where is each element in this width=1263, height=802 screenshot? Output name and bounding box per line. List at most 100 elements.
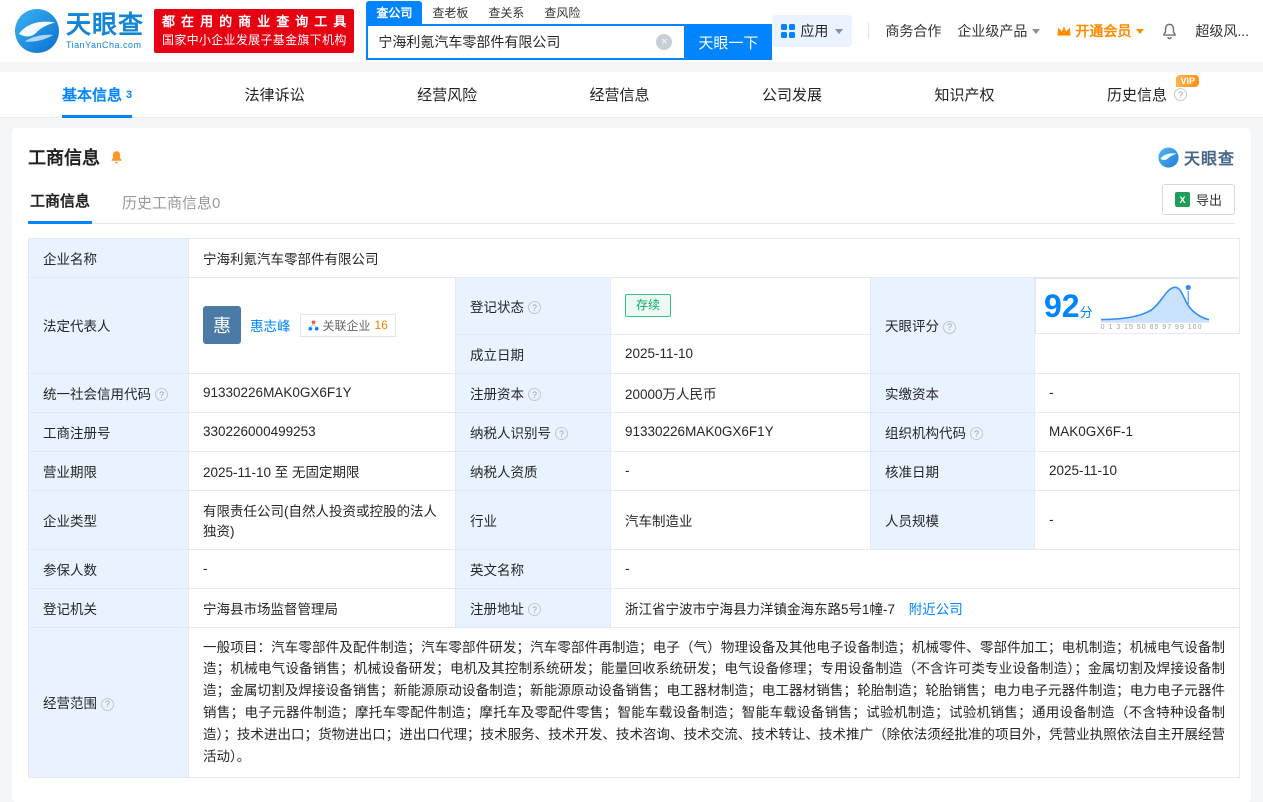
search-box: 查公司 查老板 查关系 查风险 天眼一下 (366, 1, 773, 60)
field-value-legal-rep: 惠 惠志峰 关联企业 16 (188, 277, 456, 374)
crown-icon (1057, 26, 1071, 36)
field-value-industry: 汽车制造业 (610, 489, 871, 550)
subtab-business-info[interactable]: 工商信息 (28, 184, 93, 224)
search-tab-risk[interactable]: 查风险 (534, 1, 590, 24)
search-tab-boss[interactable]: 查老板 (422, 1, 478, 24)
help-icon[interactable] (101, 697, 114, 711)
top-right-nav: 应用 商务合作 企业级产品 开通会员 超级风... (772, 15, 1249, 47)
score-axis-ticks: 0 1 3 15 50 85 97 99 100 (1100, 324, 1203, 331)
field-value-company-name: 宁海利氪汽车零部件有限公司 (187, 238, 1241, 278)
tab-operation-risk[interactable]: 经营风险 (417, 72, 477, 118)
subtab-history-business-info[interactable]: 历史工商信息0 (120, 186, 222, 223)
slogan-line1: 都在用的商业查询工具 (162, 13, 347, 29)
field-value-insured: - (188, 548, 456, 589)
help-icon[interactable] (528, 603, 541, 616)
tab-operation-info[interactable]: 经营信息 (590, 72, 650, 118)
help-icon[interactable] (943, 320, 956, 334)
company-section-tabs: 基本信息 3 法律诉讼 经营风险 经营信息 公司发展 知识产权 历史信息 VIP (0, 72, 1263, 118)
field-label-business-scope: 经营范围 (28, 626, 189, 778)
tab-legal-proceedings-label: 法律诉讼 (244, 87, 305, 104)
nearby-companies-link[interactable]: 附近公司 (909, 602, 963, 617)
help-icon[interactable] (555, 427, 568, 440)
status-badge: 存续 (625, 294, 672, 318)
field-label-taxpayer-quality: 纳税人资质 (455, 450, 611, 491)
monitor-bell-icon[interactable] (108, 149, 125, 166)
nav-business-cooperation-label: 商务合作 (885, 23, 942, 39)
watermark-brand-text: 天眼查 (1183, 151, 1235, 168)
tab-history-info[interactable]: 历史信息 VIP (1107, 72, 1199, 118)
chevron-down-icon (1032, 28, 1041, 34)
subtabs-row: 工商信息 历史工商信息0 导出 (28, 184, 1235, 224)
nav-open-vip-label: 开通会员 (1075, 23, 1132, 39)
tab-intellectual-property-label: 知识产权 (934, 87, 995, 104)
apps-label: 应用 (800, 23, 829, 39)
tab-company-development-label: 公司发展 (762, 87, 823, 104)
help-icon[interactable] (970, 427, 983, 440)
field-label-org-code: 组织机构代码 (870, 411, 1035, 452)
help-icon[interactable] (528, 388, 541, 401)
tab-basic-info[interactable]: 基本信息 3 (62, 72, 133, 118)
business-info-table: 企业名称 宁海利氪汽车零部件有限公司 法定代表人 惠 惠志峰 关联企业 16 登… (28, 238, 1241, 778)
slogan-line2: 国家中小企业发展子基金旗下机构 (162, 32, 347, 47)
legal-rep-name-link[interactable]: 惠志峰 (250, 315, 291, 335)
nav-enterprise-product[interactable]: 企业级产品 (957, 21, 1041, 41)
divider (868, 23, 870, 39)
search-tab-company[interactable]: 查公司 (366, 1, 423, 24)
business-info-card: 工商信息 天眼查 工商信息 历史工商信息0 导出 企业名称 (12, 128, 1251, 802)
table-row: 统一社会信用代码 91330226MAK0GX6F1Y 注册资本 20000万人… (28, 372, 1241, 413)
section-title: 工商信息 (28, 148, 100, 168)
search-button[interactable]: 天眼一下 (684, 24, 773, 60)
chevron-down-icon (835, 28, 844, 34)
table-row: 企业类型 有限责任公司(自然人投资或控股的法人独资) 行业 汽车制造业 人员规模… (28, 489, 1241, 550)
field-label-credit-code: 统一社会信用代码 (28, 372, 189, 413)
field-label-english-name: 英文名称 (455, 548, 611, 589)
field-value-business-scope: 一般项目：汽车零部件及配件制造；汽车零部件研发；汽车零部件再制造；电子（气）物理… (187, 626, 1241, 778)
help-icon[interactable] (155, 388, 168, 401)
table-row: 法定代表人 惠 惠志峰 关联企业 16 登记状态? 存续 天眼评分? 92分 0… (28, 277, 1240, 374)
vip-badge: VIP (1176, 74, 1199, 88)
nav-super-risk[interactable]: 超级风... (1195, 21, 1249, 41)
nav-super-risk-label: 超级风... (1195, 23, 1249, 39)
nav-open-vip[interactable]: 开通会员 (1056, 21, 1145, 41)
brand-domain: TianYanCha.com (66, 39, 142, 50)
export-button[interactable]: 导出 (1161, 184, 1235, 215)
field-label-reg-status: 登记状态 (455, 277, 611, 335)
field-value-establish-date: 2025-11-10 (610, 333, 871, 374)
field-value-taxpayer-quality: - (610, 450, 871, 491)
tab-intellectual-property[interactable]: 知识产权 (934, 72, 994, 118)
apps-menu[interactable]: 应用 (772, 15, 853, 47)
export-button-label: 导出 (1195, 193, 1222, 208)
field-label-reg-capital: 注册资本 (455, 372, 611, 413)
excel-icon (1174, 192, 1190, 207)
related-companies-tag[interactable]: 关联企业 16 (299, 313, 396, 337)
notification-bell-icon[interactable] (1160, 22, 1179, 41)
tianyancha-logo[interactable]: 天眼查 TianYanCha.com (14, 8, 144, 54)
slogan-badge: 都在用的商业查询工具 国家中小企业发展子基金旗下机构 (154, 8, 355, 54)
field-label-score: 天眼评分 (870, 277, 1035, 374)
search-input[interactable] (366, 24, 685, 60)
help-icon[interactable] (1173, 88, 1187, 101)
help-icon[interactable] (528, 301, 541, 315)
field-label-paid-capital: 实缴资本 (870, 372, 1035, 413)
field-label-industry: 行业 (455, 489, 611, 550)
field-label-legal-rep: 法定代表人 (28, 277, 189, 374)
legal-rep-avatar[interactable]: 惠 (203, 306, 241, 345)
table-row: 经营范围 一般项目：汽车零部件及配件制造；汽车零部件研发；汽车零部件再制造；电子… (28, 626, 1241, 778)
search-tab-relation[interactable]: 查关系 (478, 1, 534, 24)
field-label-reg-authority: 登记机关 (28, 587, 189, 628)
tab-legal-proceedings[interactable]: 法律诉讼 (245, 72, 305, 118)
tab-basic-info-label: 基本信息 (62, 87, 123, 104)
table-row: 工商注册号 330226000499253 纳税人识别号 91330226MAK… (28, 411, 1241, 452)
tab-company-development[interactable]: 公司发展 (762, 72, 822, 118)
relation-graph-icon (307, 320, 319, 331)
related-companies-count: 16 (374, 318, 388, 333)
field-value-reg-number: 330226000499253 (188, 411, 456, 452)
tianyancha-logo-icon (14, 8, 60, 54)
apps-grid-icon (781, 24, 796, 38)
field-label-taxpayer-id: 纳税人识别号 (455, 411, 611, 452)
field-label-approval-date: 核准日期 (870, 450, 1035, 491)
related-companies-label: 关联企业 (322, 318, 371, 333)
field-label-reg-number: 工商注册号 (28, 411, 189, 452)
table-row: 登记机关 宁海县市场监督管理局 注册地址 浙江省宁波市宁海县力洋镇金海东路5号1… (28, 587, 1241, 628)
nav-business-cooperation[interactable]: 商务合作 (885, 21, 941, 41)
